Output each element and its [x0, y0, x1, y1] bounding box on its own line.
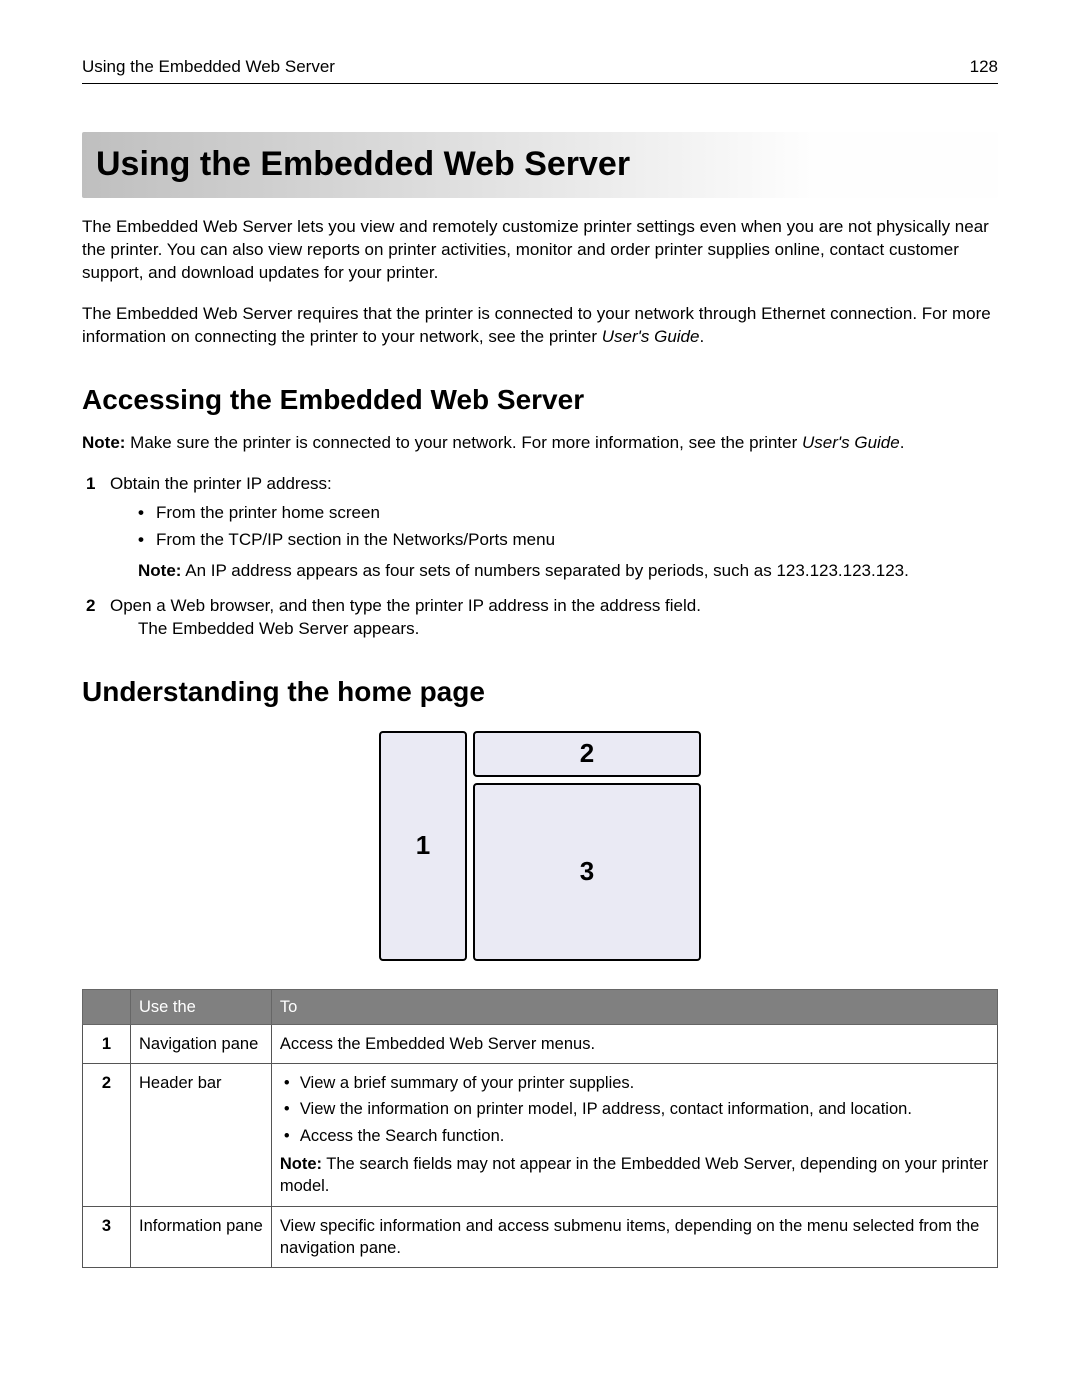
section-heading-home: Understanding the home page	[82, 673, 998, 711]
note-text-a: Make sure the printer is connected to yo…	[125, 433, 802, 452]
row-1-to: Access the Embedded Web Server menus.	[271, 1024, 997, 1063]
intro-paragraph-2: The Embedded Web Server requires that th…	[82, 303, 998, 349]
intro-p2-a: The Embedded Web Server requires that th…	[82, 304, 991, 346]
subnote-text: An IP address appears as four sets of nu…	[181, 561, 908, 580]
row-2-bullet-1: View a brief summary of your printer sup…	[284, 1072, 989, 1094]
row-2-use: Header bar	[131, 1064, 272, 1206]
diagram-pane-3: 3	[473, 783, 701, 961]
step-1-text: Obtain the printer IP address:	[110, 474, 332, 493]
page-title: Using the Embedded Web Server	[82, 132, 998, 198]
row-2-bullets: View a brief summary of your printer sup…	[280, 1072, 989, 1147]
row-1-index: 1	[83, 1024, 131, 1063]
table-row: 1 Navigation pane Access the Embedded We…	[83, 1024, 998, 1063]
row-2-to: View a brief summary of your printer sup…	[271, 1064, 997, 1206]
home-page-table: Use the To 1 Navigation pane Access the …	[82, 989, 998, 1268]
page-content: Using the Embedded Web Server 128 Using …	[0, 0, 1080, 1268]
intro-p2-b: .	[699, 327, 704, 346]
row-2-index: 2	[83, 1064, 131, 1206]
accessing-note: Note: Make sure the printer is connected…	[82, 432, 998, 455]
step-1-bullet-1: From the printer home screen	[138, 502, 998, 525]
row-3-index: 3	[83, 1206, 131, 1268]
note-italic: User's Guide	[802, 433, 900, 452]
note-label: Note:	[82, 433, 125, 452]
step-2-text: Open a Web browser, and then type the pr…	[110, 596, 701, 615]
row-2-bullet-2: View the information on printer model, I…	[284, 1098, 989, 1120]
row-2-note-label: Note:	[280, 1155, 322, 1173]
step-2: 2 Open a Web browser, and then type the …	[82, 595, 998, 641]
diagram-pane-2: 2	[473, 731, 701, 777]
table-row: 3 Information pane View specific informa…	[83, 1206, 998, 1268]
step-1-bullets: From the printer home screen From the TC…	[110, 502, 998, 552]
layout-diagram: 1 2 3	[379, 731, 701, 961]
intro-paragraph-1: The Embedded Web Server lets you view an…	[82, 216, 998, 285]
page-number: 128	[970, 56, 998, 79]
row-2-note-text: The search fields may not appear in the …	[280, 1155, 988, 1195]
running-title: Using the Embedded Web Server	[82, 56, 335, 79]
step-1-subnote: Note: An IP address appears as four sets…	[110, 560, 998, 583]
row-3-to: View specific information and access sub…	[271, 1206, 997, 1268]
row-1-use: Navigation pane	[131, 1024, 272, 1063]
step-2-number: 2	[86, 595, 95, 618]
row-3-use: Information pane	[131, 1206, 272, 1268]
subnote-label: Note:	[138, 561, 181, 580]
running-header: Using the Embedded Web Server 128	[82, 56, 998, 84]
diagram-container: 1 2 3	[82, 731, 998, 961]
step-1-bullet-2: From the TCP/IP section in the Networks/…	[138, 529, 998, 552]
table-header-to: To	[271, 989, 997, 1024]
intro-p2-italic: User's Guide	[602, 327, 700, 346]
step-1: 1 Obtain the printer IP address: From th…	[82, 473, 998, 583]
step-1-number: 1	[86, 473, 95, 496]
diagram-pane-1: 1	[379, 731, 467, 961]
table-header-blank	[83, 989, 131, 1024]
table-header-use: Use the	[131, 989, 272, 1024]
table-header-row: Use the To	[83, 989, 998, 1024]
steps-list: 1 Obtain the printer IP address: From th…	[82, 473, 998, 641]
step-2-sub: The Embedded Web Server appears.	[110, 618, 998, 641]
section-heading-accessing: Accessing the Embedded Web Server	[82, 381, 998, 419]
note-text-b: .	[900, 433, 905, 452]
diagram-right-column: 2 3	[473, 731, 701, 961]
row-2-bullet-3: Access the Search function.	[284, 1125, 989, 1147]
table-row: 2 Header bar View a brief summary of you…	[83, 1064, 998, 1206]
row-2-note: Note: The search fields may not appear i…	[280, 1153, 989, 1198]
